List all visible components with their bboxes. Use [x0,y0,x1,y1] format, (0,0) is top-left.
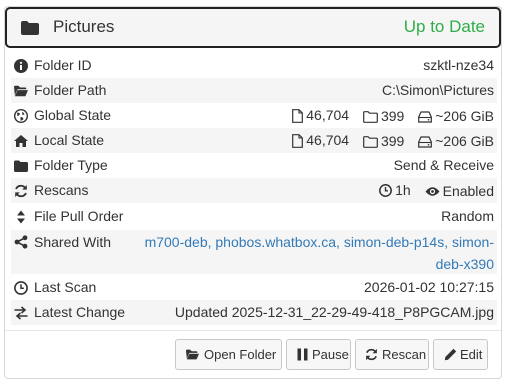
local-state-label: Local State [34,132,105,148]
folder-outline-icon [363,110,378,123]
row-folder-type: Folder Type Send & Receive [11,153,497,178]
folder-path-value: C:\Simon\Pictures [381,82,494,98]
folder-type-label: Folder Type [34,157,108,173]
rescan-interval: 1h [379,178,411,203]
exchange-icon [14,306,28,320]
share-icon [14,235,28,249]
info-circle-icon [14,59,28,73]
folder-type-value: Send & Receive [393,157,494,173]
rescan-interval-value: 1h [395,182,411,198]
sort-icon [17,210,25,224]
folder-path-label: Folder Path [34,82,107,98]
row-rescans: Rescans 1h Enabled [11,178,497,203]
edit-label: Edit [460,347,483,362]
device-link[interactable]: m700-deb [145,234,208,250]
row-global-state: Global State 46,704 399 ~206 GiB [11,103,497,128]
folder-outline-icon [363,135,378,148]
hdd-icon [418,135,433,148]
folder-open-icon [14,85,28,97]
global-size: ~206 GiB [418,104,494,129]
folder-icon [14,160,28,172]
local-size-value: ~206 GiB [435,133,494,149]
file-icon [292,133,304,148]
folder-header[interactable]: Pictures Up to Date [5,7,501,48]
pause-icon [297,348,308,361]
local-files: 46,704 [292,128,349,153]
local-dirs: 399 [363,129,404,154]
row-folder-id: Folder ID szktl-nze34 [11,53,497,78]
local-state-value: 46,704 399 ~206 GiB [292,128,494,156]
device-link[interactable]: simon-deb-p14s [344,234,444,250]
file-icon [292,108,304,123]
folder-open-icon [186,349,199,360]
row-local-state: Local State 46,704 399 ~206 GiB [11,128,497,153]
globe-icon [14,109,28,123]
local-files-count: 46,704 [306,132,350,148]
pause-label: Pause [312,347,349,362]
refresh-icon [366,348,377,361]
folder-title: Pictures [53,17,115,36]
folder-icon [21,21,39,35]
device-link[interactable]: phobos.whatbox.ca [215,234,336,250]
local-dirs-count: 399 [380,133,405,149]
latest-change-label: Latest Change [34,304,126,320]
row-last-scan: Last Scan 2026-01-02 10:27:15 [11,275,497,300]
pull-order-label: File Pull Order [34,208,124,224]
home-icon [14,135,28,147]
device-link[interactable]: simon-deb-x390 [436,234,494,272]
global-dirs-count: 399 [380,108,405,124]
local-size: ~206 GiB [418,129,494,154]
rescans-value: 1h Enabled [379,178,494,205]
global-state-value: 46,704 399 ~206 GiB [292,103,494,131]
shared-devices: m700-deb, phobos.whatbox.ca, simon-deb-p… [144,234,494,272]
clock-icon [14,281,28,295]
pencil-icon [444,348,457,361]
row-latest-change: Latest Change Updated 2025-12-31_22-29-4… [11,300,497,325]
watcher-status: Enabled [425,179,494,204]
refresh-icon [15,184,27,198]
rescans-label: Rescans [34,182,89,198]
hdd-icon [418,110,433,123]
rescan-button[interactable]: Rescan [355,339,429,370]
edit-button[interactable]: Edit [433,339,488,370]
global-files: 46,704 [292,103,349,128]
row-shared-with: Shared With m700-deb, phobos.whatbox.ca,… [11,230,497,274]
open-folder-button[interactable]: Open Folder [175,339,282,370]
last-scan-label: Last Scan [34,279,97,295]
latest-change-value: Updated 2025-12-31_22-29-49-418_P8PGCAM.… [174,304,494,320]
last-scan-value: 2026-01-02 10:27:15 [364,279,494,295]
rescan-label: Rescan [382,347,427,362]
pull-order-value: Random [441,208,494,224]
global-size-value: ~206 GiB [435,108,494,124]
folder-id-label: Folder ID [34,57,92,73]
folder-status: Up to Date [403,17,485,36]
footer-divider [5,330,501,331]
global-state-label: Global State [34,107,112,123]
folder-id-value: szktl-nze34 [423,57,494,73]
open-folder-label: Open Folder [204,347,277,362]
clock-icon [379,184,393,197]
pause-button[interactable]: Pause [286,339,351,370]
watcher-status-value: Enabled [442,183,494,199]
shared-with-label: Shared With [34,234,112,250]
eye-icon [425,187,440,196]
global-dirs: 399 [363,104,404,129]
row-pull-order: File Pull Order Random [11,204,497,229]
row-folder-path: Folder Path C:\Simon\Pictures [11,78,497,103]
global-files-count: 46,704 [306,107,350,123]
